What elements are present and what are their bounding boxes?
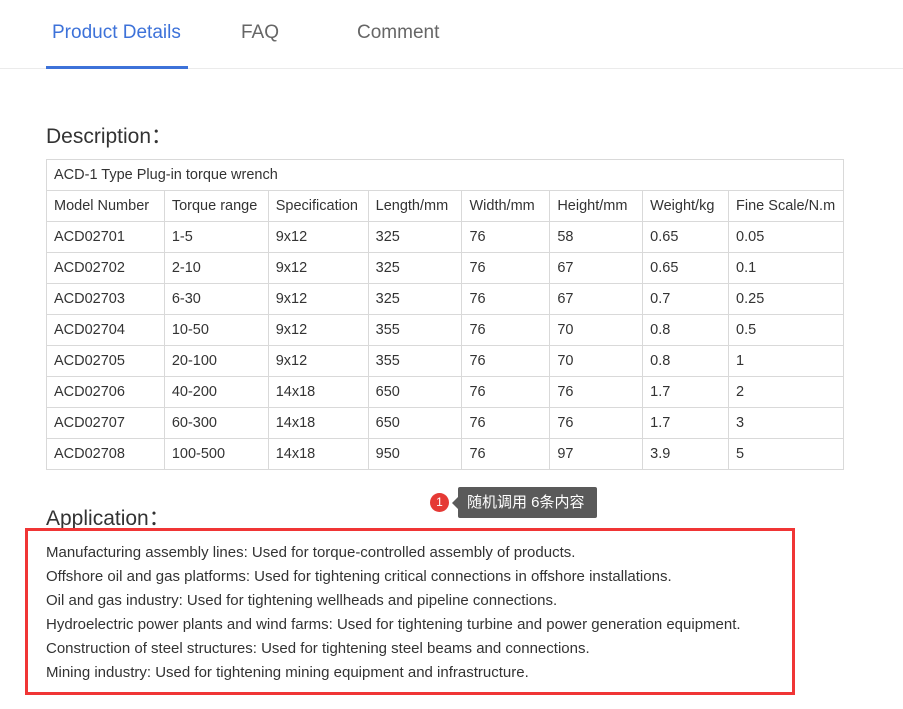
table-cell: 76 [549, 407, 644, 439]
table-cell: 9x12 [267, 283, 369, 315]
table-row: ACD02708 100-500 14x18 950 76 97 3.9 5 [46, 438, 844, 470]
table-cell: 650 [367, 407, 463, 439]
table-cell: 67 [549, 252, 644, 284]
table-cell: 0.25 [728, 283, 844, 315]
tab-faq[interactable]: FAQ [241, 22, 279, 44]
table-cell: ACD02706 [46, 376, 165, 408]
tab-bar: Product Details FAQ Comment [0, 0, 903, 69]
count-badge: 1 [430, 493, 449, 512]
table-row: ACD02701 1-5 9x12 325 76 58 0.65 0.05 [46, 221, 844, 253]
description-title: Description： [46, 125, 173, 148]
list-item: Oil and gas industry: Used for tightenin… [46, 592, 558, 609]
table-cell: ACD02702 [46, 252, 165, 284]
table-row: ACD02703 6-30 9x12 325 76 67 0.7 0.25 [46, 283, 844, 315]
column-header: Fine Scale/N.m [728, 190, 844, 222]
table-cell: 100-500 [163, 438, 269, 470]
column-header: Length/mm [367, 190, 463, 222]
table-cell: 76 [461, 345, 551, 377]
table-cell: 950 [367, 438, 463, 470]
table-cell: 1.7 [642, 376, 730, 408]
table-cell: 76 [549, 376, 644, 408]
table-cell: 14x18 [267, 407, 369, 439]
table-cell: ACD02705 [46, 345, 165, 377]
list-item: Hydroelectric power plants and wind farm… [46, 616, 741, 633]
tab-comment[interactable]: Comment [357, 22, 439, 44]
table-cell: 76 [461, 407, 551, 439]
table-caption-row: ACD-1 Type Plug-in torque wrench [46, 159, 844, 191]
table-cell: 76 [461, 221, 551, 253]
table-cell: 67 [549, 283, 644, 315]
column-header: Torque range [163, 190, 269, 222]
table-cell: 3.9 [642, 438, 730, 470]
list-item: Mining industry: Used for tightening min… [46, 664, 529, 681]
table-cell: 58 [549, 221, 644, 253]
list-item: Manufacturing assembly lines: Used for t… [46, 544, 576, 561]
table-cell: 70 [549, 314, 644, 346]
tab-product-details[interactable]: Product Details [52, 22, 181, 44]
table-cell: 20-100 [163, 345, 269, 377]
table-cell: 97 [549, 438, 644, 470]
list-item: Construction of steel structures: Used f… [46, 640, 590, 657]
table-cell: 325 [367, 283, 463, 315]
table-cell: 3 [728, 407, 844, 439]
table-cell: 0.65 [642, 221, 730, 253]
table-cell: 6-30 [163, 283, 269, 315]
table-cell: 0.8 [642, 345, 730, 377]
table-cell: 14x18 [267, 438, 369, 470]
column-header: Specification [267, 190, 369, 222]
table-cell: 5 [728, 438, 844, 470]
table-cell: 325 [367, 221, 463, 253]
table-cell: 2 [728, 376, 844, 408]
table-cell: 9x12 [267, 345, 369, 377]
table-row: ACD02707 60-300 14x18 650 76 76 1.7 3 [46, 407, 844, 439]
table-cell: 60-300 [163, 407, 269, 439]
table-cell: 10-50 [163, 314, 269, 346]
column-header: Width/mm [461, 190, 551, 222]
table-cell: 355 [367, 345, 463, 377]
table-cell: 0.05 [728, 221, 844, 253]
table-cell: 0.8 [642, 314, 730, 346]
table-cell: ACD02707 [46, 407, 165, 439]
table-cell: ACD02701 [46, 221, 165, 253]
table-cell: 76 [461, 376, 551, 408]
table-cell: 0.65 [642, 252, 730, 284]
table-cell: 1 [728, 345, 844, 377]
table-cell: 0.1 [728, 252, 844, 284]
table-cell: ACD02704 [46, 314, 165, 346]
table-cell: 0.5 [728, 314, 844, 346]
list-item: Offshore oil and gas platforms: Used for… [46, 568, 672, 585]
table-cell: 9x12 [267, 314, 369, 346]
table-cell: ACD02703 [46, 283, 165, 315]
table-cell: 1-5 [163, 221, 269, 253]
table-row: ACD02705 20-100 9x12 355 76 70 0.8 1 [46, 345, 844, 377]
tooltip-text: 随机调用 6条内容 [452, 487, 597, 518]
column-header: Model Number [46, 190, 165, 222]
table-cell: 14x18 [267, 376, 369, 408]
table-row: ACD02702 2-10 9x12 325 76 67 0.65 0.1 [46, 252, 844, 284]
table-cell: 2-10 [163, 252, 269, 284]
table-cell: 40-200 [163, 376, 269, 408]
table-cell: 9x12 [267, 252, 369, 284]
active-tab-indicator [46, 66, 188, 69]
table-caption: ACD-1 Type Plug-in torque wrench [46, 159, 844, 191]
table-cell: 355 [367, 314, 463, 346]
table-row: ACD02706 40-200 14x18 650 76 76 1.7 2 [46, 376, 844, 408]
table-header-row: Model Number Torque range Specification … [46, 190, 844, 222]
table-cell: 76 [461, 252, 551, 284]
table-row: ACD02704 10-50 9x12 355 76 70 0.8 0.5 [46, 314, 844, 346]
table-cell: 76 [461, 314, 551, 346]
table-cell: 9x12 [267, 221, 369, 253]
table-cell: 76 [461, 283, 551, 315]
table-cell: 650 [367, 376, 463, 408]
table-cell: ACD02708 [46, 438, 165, 470]
column-header: Height/mm [549, 190, 644, 222]
table-cell: 1.7 [642, 407, 730, 439]
column-header: Weight/kg [642, 190, 730, 222]
table-cell: 0.7 [642, 283, 730, 315]
application-list: Manufacturing assembly lines: Used for t… [46, 541, 741, 685]
spec-table: ACD-1 Type Plug-in torque wrench Model N… [46, 159, 844, 470]
table-cell: 325 [367, 252, 463, 284]
table-cell: 70 [549, 345, 644, 377]
table-cell: 76 [461, 438, 551, 470]
